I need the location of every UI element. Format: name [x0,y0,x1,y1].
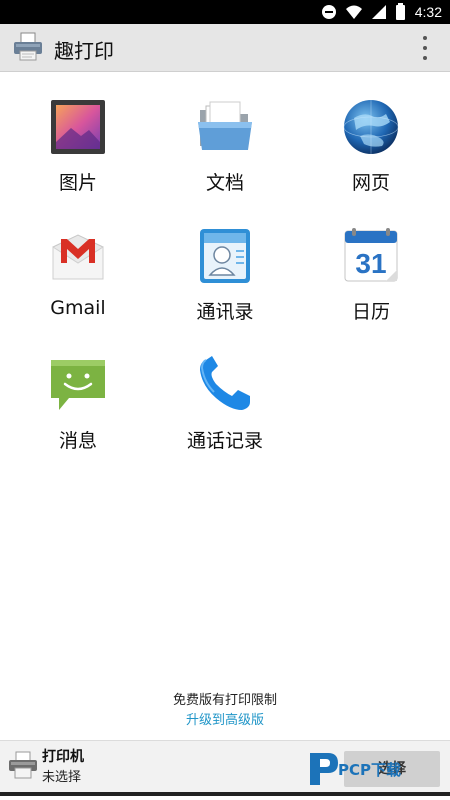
gmail-icon [52,234,104,280]
clock: 4:32 [414,4,442,20]
grid-item-pictures[interactable]: 图片 [3,72,153,202]
grid-item-documents[interactable]: 文档 [150,72,300,202]
printer-status: 未选择 [42,770,82,785]
printer-title: 打印机 [42,749,84,765]
contacts-icon [200,229,250,283]
watermark-text: PCP下载 [338,761,401,779]
calendar-icon: 31 [344,228,398,282]
grid-item-web[interactable]: 网页 [296,72,446,202]
grid-item-label: 通讯录 [196,301,254,323]
wifi-icon [345,5,362,19]
phone-icon [200,356,250,410]
printer-logo-icon [14,32,42,61]
signal-icon [371,5,386,19]
calendar-day-number: 31 [355,248,386,279]
printer-bar: 打印机 未选择 选择 PCP下载 [0,740,450,796]
status-bar: 4:32 [0,0,450,24]
app-bar: 趣打印 [0,24,450,72]
grid-item-call-log[interactable]: 通话记录 [150,330,300,460]
grid-item-label: 图片 [58,172,97,194]
grid-item-label: 网页 [351,172,390,194]
do-not-disturb-icon [321,5,336,19]
nav-bar-edge [0,792,450,796]
grid-item-label: 通话记录 [186,430,263,452]
overflow-dot [423,56,427,60]
grid-item-contacts[interactable]: 通讯录 [150,201,300,331]
messaging-icon [51,360,105,410]
grid-item-calendar[interactable]: 31 日历 [296,201,446,331]
gallery-icon [51,100,105,154]
globe-icon [343,100,399,154]
grid-item-messages[interactable]: 消息 [3,330,153,460]
upgrade-link[interactable]: 升级到高级版 [0,709,450,728]
grid-item-label: Gmail [50,297,106,319]
overflow-menu-button[interactable] [420,36,430,60]
grid-item-label: 消息 [58,430,97,452]
overflow-dot [423,36,427,40]
free-version-notice: 免费版有打印限制 [172,693,277,708]
overflow-dot [423,46,427,50]
folder-icon [198,101,252,150]
app-title: 趣打印 [54,39,114,63]
battery-icon [395,2,405,20]
grid-item-label: 日历 [351,301,390,323]
printer-icon [9,751,37,779]
grid-item-gmail[interactable]: Gmail [3,201,153,331]
grid-item-label: 文档 [205,172,244,194]
